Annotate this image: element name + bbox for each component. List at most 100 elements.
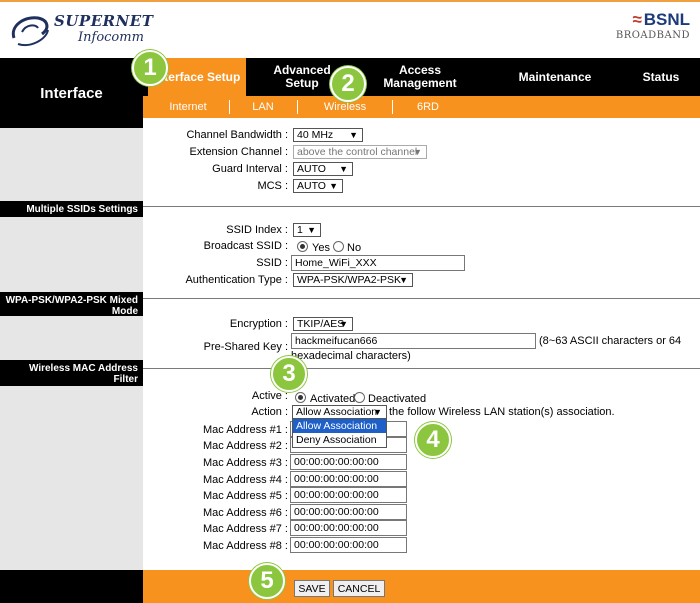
divider [143, 206, 700, 207]
step-badge-3: 3 [271, 356, 307, 392]
subtab-divider [392, 100, 393, 114]
chevron-down-icon: ▼ [399, 275, 408, 285]
mcs-value: AUTO [297, 180, 326, 192]
chevron-down-icon: ▼ [339, 164, 348, 174]
mac-address-input[interactable]: 00:00:00:00:00:00 [290, 504, 407, 520]
mac-address-input[interactable]: 00:00:00:00:00:00 [290, 487, 407, 503]
broadcast-yes-label: Yes [312, 242, 330, 254]
broadcast-yes-radio[interactable] [297, 241, 308, 252]
action-select[interactable]: Allow Association ▼ [292, 405, 387, 419]
psk-hint-2: hexadecimal characters) [291, 350, 411, 362]
mac-address-label: Mac Address #3 : [203, 457, 288, 469]
wpa-section-title: WPA-PSK/WPA2-PSK Mixed Mode [0, 292, 143, 317]
partner-name: BSNL [643, 10, 690, 29]
save-button[interactable]: SAVE [294, 580, 330, 597]
subtab-internet[interactable]: Internet [160, 96, 216, 118]
broadcast-no-label: No [347, 242, 362, 254]
psk-hint-1: (8~63 ASCII characters or 64 [539, 335, 682, 347]
chevron-down-icon: ▼ [349, 130, 358, 140]
mac-address-label: Mac Address #8 : [203, 540, 288, 552]
nav-title: Interface [0, 58, 143, 128]
chevron-down-icon: ▼ [373, 407, 382, 417]
ssid-label: SSID : [256, 257, 288, 269]
deactivated-radio[interactable] [354, 392, 365, 403]
action-value: Allow Association [296, 406, 378, 418]
subtab-divider [229, 100, 230, 114]
action-suffix: the follow Wireless LAN station(s) assoc… [389, 406, 615, 418]
brand-sub: Infocomm [78, 30, 144, 45]
mac-address-label: Mac Address #7 : [203, 523, 288, 535]
mac-address-label: Mac Address #1 : [203, 424, 288, 436]
mac-address-input[interactable]: 00:00:00:00:00:00 [290, 454, 407, 470]
bsnl-logo: ≈ BSNL BROADBAND [610, 10, 690, 42]
footer-left [0, 570, 143, 603]
broadcast-ssid-label: Broadcast SSID : [203, 240, 288, 252]
psk-label: Pre-Shared Key : [203, 341, 288, 353]
broadcast-no-radio[interactable] [333, 241, 344, 252]
swirl-logo-icon [11, 16, 49, 46]
extension-channel-value: above the control channel [297, 146, 418, 158]
header: SUPERNET Infocomm ≈ BSNL BROADBAND [0, 0, 700, 58]
auth-type-label: Authentication Type : [185, 274, 288, 286]
guard-interval-label: Guard Interval : [212, 163, 288, 175]
dropdown-option-deny[interactable]: Deny Association [293, 433, 386, 447]
mac-address-label: Mac Address #5 : [203, 490, 288, 502]
ssid-index-value: 1 [297, 224, 303, 236]
subtab-6rd[interactable]: 6RD [400, 96, 456, 118]
left-column [0, 128, 143, 570]
chevron-down-icon: ▼ [329, 181, 338, 191]
action-label: Action : [251, 406, 288, 418]
channel-bandwidth-value: 40 MHz [297, 129, 334, 141]
activated-label: Activated [310, 393, 356, 405]
channel-bandwidth-label: Channel Bandwidth : [186, 129, 288, 141]
step-badge-1: 1 [132, 50, 168, 86]
divider [143, 298, 700, 299]
psk-input[interactable]: hackmeifucan666 [291, 333, 536, 349]
extension-channel-select[interactable]: above the control channel ▼ [293, 145, 427, 159]
chevron-down-icon: ▼ [413, 147, 422, 157]
mac-address-input[interactable]: 00:00:00:00:00:00 [290, 520, 407, 536]
auth-type-value: WPA-PSK/WPA2-PSK [297, 274, 402, 286]
mcs-select[interactable]: AUTO ▼ [293, 179, 343, 193]
mac-address-label: Mac Address #4 : [203, 474, 288, 486]
partner-sub: BROADBAND [615, 30, 690, 41]
ssid-index-label: SSID Index : [226, 224, 288, 236]
subtab-divider [297, 100, 298, 114]
step-badge-4: 4 [415, 422, 451, 458]
deactivated-label: Deactivated [368, 393, 427, 405]
mac-address-label: Mac Address #2 : [203, 440, 288, 452]
mac-section-title: Wireless MAC Address Filter [0, 360, 143, 386]
bsnl-mark-icon: ≈ [632, 10, 642, 29]
dropdown-option-allow[interactable]: Allow Association [293, 419, 386, 433]
chevron-down-icon: ▼ [307, 225, 316, 235]
brand-name: SUPERNET [54, 12, 154, 30]
cancel-button[interactable]: CANCEL [333, 580, 385, 597]
mac-address-label: Mac Address #6 : [203, 507, 288, 519]
tab-maintenance[interactable]: Maintenance [505, 58, 605, 96]
channel-bandwidth-select[interactable]: 40 MHz ▼ [293, 128, 363, 142]
footer-bar [143, 570, 700, 603]
tab-status[interactable]: Status [630, 58, 692, 96]
chevron-down-icon: ▼ [339, 319, 348, 329]
activated-radio[interactable] [295, 392, 306, 403]
mcs-label: MCS : [257, 180, 288, 192]
encryption-value: TKIP/AES [297, 318, 345, 330]
active-label: Active : [251, 390, 288, 402]
step-badge-2: 2 [330, 66, 366, 102]
step-badge-5: 5 [249, 563, 285, 599]
divider [143, 368, 700, 369]
tab-access-management[interactable]: Access Management [376, 58, 464, 96]
subtab-lan[interactable]: LAN [238, 96, 288, 118]
mac-address-input[interactable]: 00:00:00:00:00:00 [290, 471, 407, 487]
ssid-input[interactable]: Home_WiFi_XXX [291, 255, 465, 271]
supernet-logo: SUPERNET Infocomm [8, 10, 153, 50]
ssid-section-title: Multiple SSIDs Settings [0, 201, 143, 217]
encryption-label: Encryption : [229, 318, 288, 330]
action-dropdown-list: Allow Association Deny Association [292, 418, 387, 448]
guard-interval-select[interactable]: AUTO ▼ [293, 162, 353, 176]
ssid-index-select[interactable]: 1 ▼ [293, 223, 321, 237]
encryption-select[interactable]: TKIP/AES ▼ [293, 317, 353, 331]
mac-address-input[interactable]: 00:00:00:00:00:00 [290, 537, 407, 553]
auth-type-select[interactable]: WPA-PSK/WPA2-PSK ▼ [293, 273, 413, 287]
guard-interval-value: AUTO [297, 163, 326, 175]
